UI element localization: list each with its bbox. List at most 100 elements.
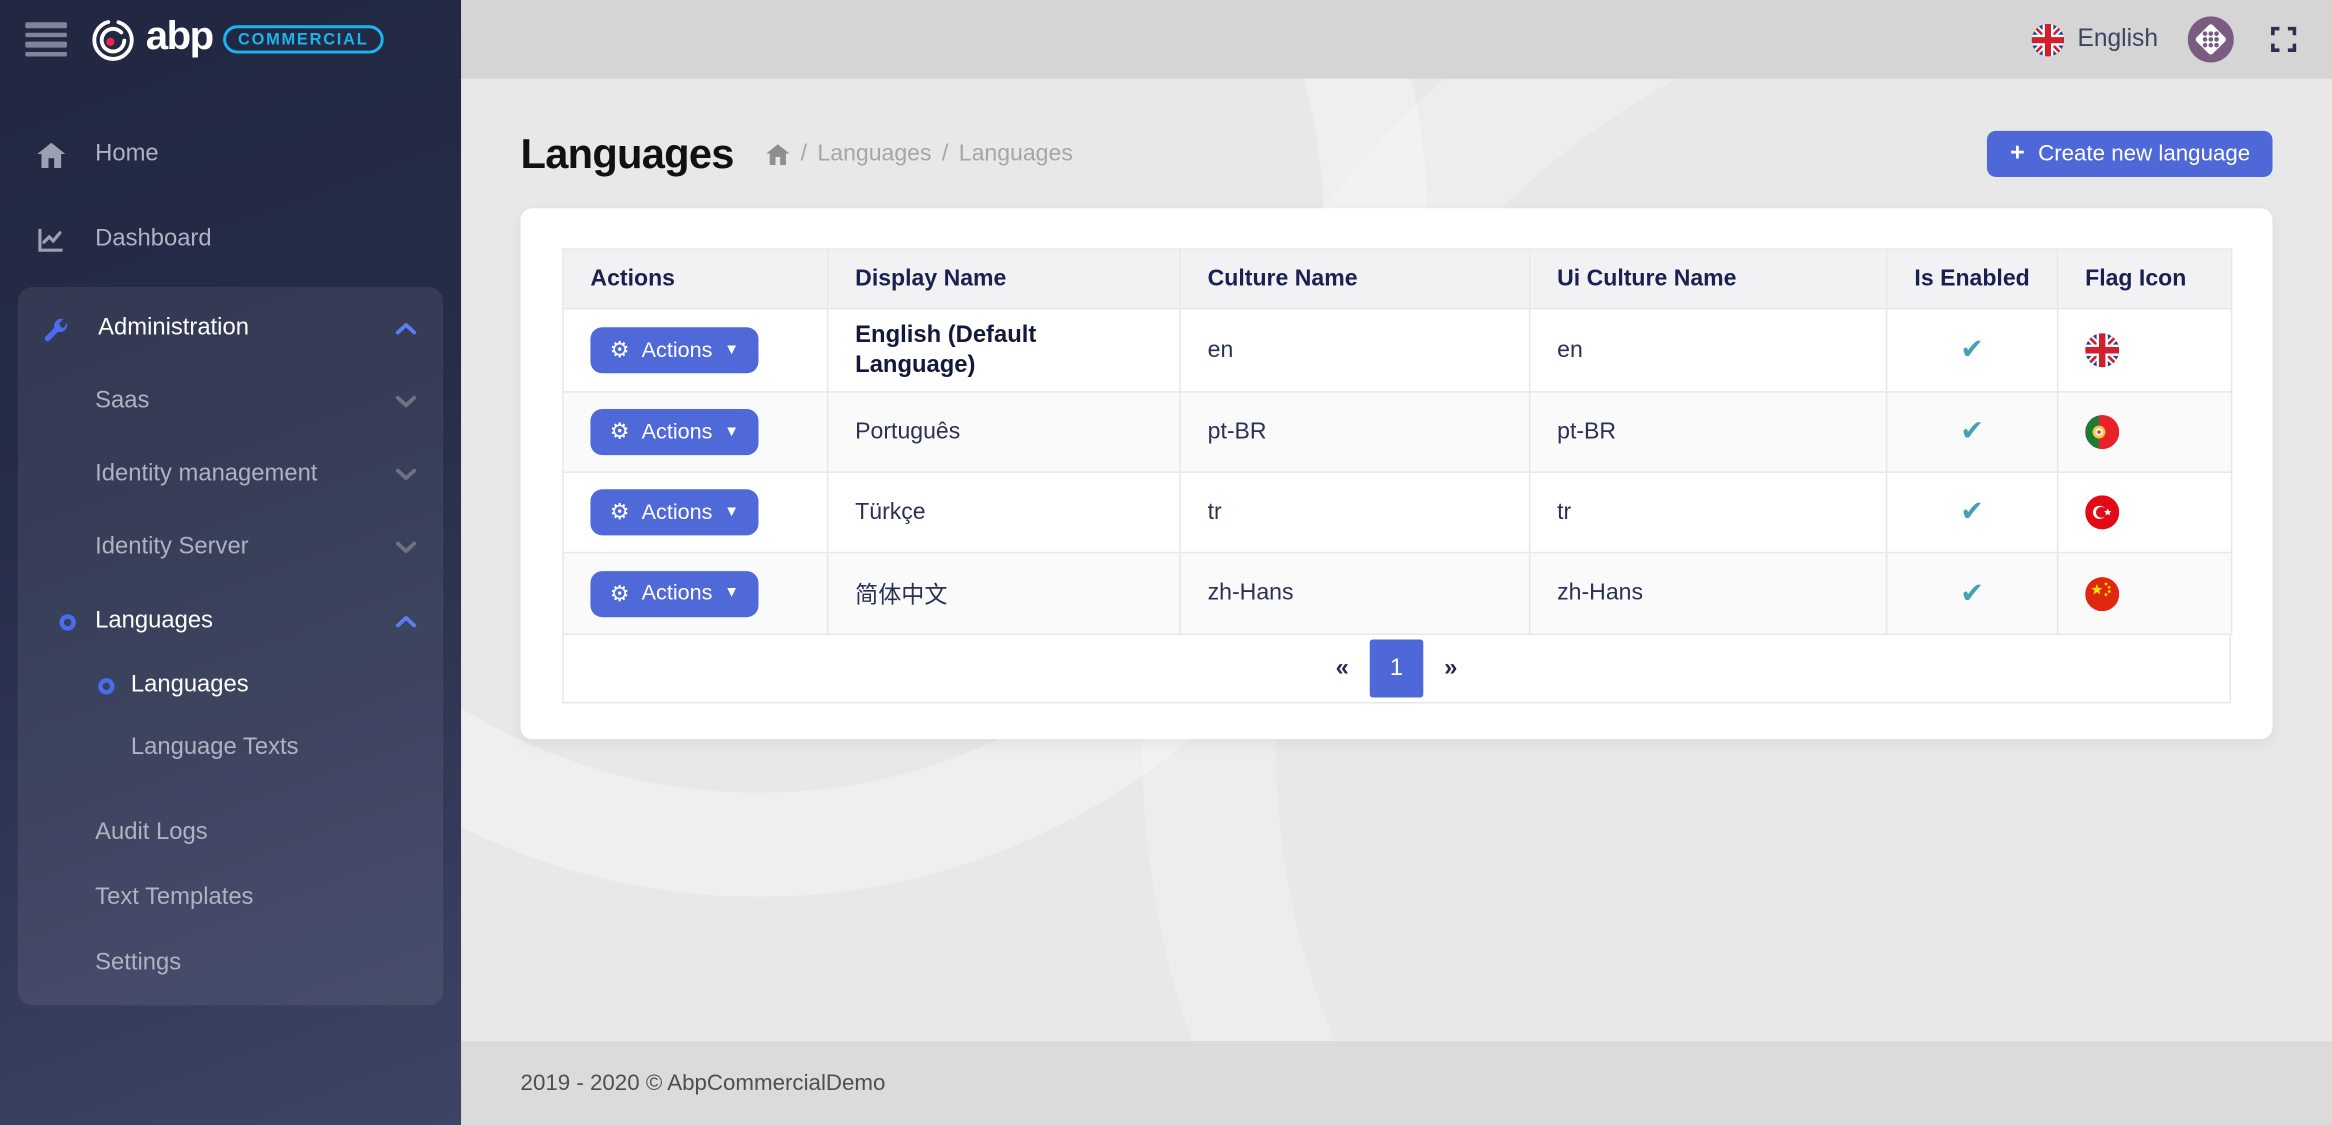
table-header-row: Actions Display Name Culture Name Ui Cul… — [563, 249, 2232, 308]
ui-culture-name-cell: zh-Hans — [1530, 553, 1887, 635]
culture-name-cell: en — [1180, 309, 1530, 392]
breadcrumb: / Languages / Languages — [766, 141, 1072, 168]
caret-down-icon: ▼ — [724, 586, 739, 601]
create-new-language-button[interactable]: + Create new language — [1988, 131, 2273, 177]
create-button-label: Create new language — [2038, 141, 2250, 166]
sidebar-item-identity-management[interactable]: Identity management — [18, 442, 443, 507]
breadcrumb-item[interactable]: Languages — [817, 141, 931, 168]
wrench-icon — [39, 315, 69, 343]
sidebar-admin-panel: Administration Saas Identity management — [18, 287, 443, 1005]
check-icon: ✔ — [1960, 335, 1984, 366]
sidebar-header: abp COMMERCIAL — [0, 0, 461, 79]
column-header-is-enabled: Is Enabled — [1887, 249, 2058, 308]
table-row: ⚙ Actions ▼ Português pt-BR pt-BR ✔ — [563, 392, 2232, 472]
fullscreen-icon[interactable] — [2271, 27, 2296, 52]
column-header-ui-culture-name: Ui Culture Name — [1530, 249, 1887, 308]
menu-toggle-icon[interactable] — [25, 22, 67, 56]
main-content: Languages / Languages / Languages + Crea… — [461, 79, 2332, 1125]
sidebar-item-languages-child[interactable]: Languages — [18, 654, 443, 716]
gear-icon: ⚙ — [610, 339, 630, 361]
sidebar: abp COMMERCIAL Home Dashboard — [0, 0, 461, 1125]
display-name-cell: Português — [828, 392, 1180, 472]
app-viewport: abp COMMERCIAL Home Dashboard — [0, 0, 2332, 1125]
brand-badge: COMMERCIAL — [223, 26, 383, 54]
flag-china-icon — [2085, 576, 2119, 610]
table-row: ⚙ Actions ▼ English (Default Language) e… — [563, 309, 2232, 392]
actions-cell: ⚙ Actions ▼ — [563, 309, 828, 392]
table-row: ⚙ Actions ▼ Türkçe tr tr ✔ — [563, 472, 2232, 552]
user-avatar[interactable] — [2188, 16, 2234, 62]
flag-cell — [2058, 392, 2232, 472]
row-actions-button[interactable]: ⚙ Actions ▼ — [590, 327, 758, 373]
sidebar-item-identity-server[interactable]: Identity Server — [18, 515, 443, 580]
sidebar-item-label: Languages — [131, 672, 249, 699]
language-label: English — [2077, 25, 2157, 53]
is-enabled-cell: ✔ — [1887, 309, 2058, 392]
pagination-prev-button[interactable]: « — [1315, 655, 1370, 682]
top-header-bar: English — [461, 0, 2332, 79]
pagination-next-button[interactable]: » — [1423, 655, 1478, 682]
breadcrumb-home-icon[interactable] — [766, 144, 790, 165]
column-header-display-name: Display Name — [828, 249, 1180, 308]
is-enabled-cell: ✔ — [1887, 472, 2058, 552]
sidebar-item-label: Audit Logs — [95, 819, 207, 846]
caret-down-icon: ▼ — [724, 505, 739, 520]
culture-name-cell: zh-Hans — [1180, 553, 1530, 635]
sidebar-item-label: Saas — [95, 388, 149, 415]
actions-button-label: Actions — [642, 420, 713, 444]
sidebar-item-label: Text Templates — [95, 885, 253, 912]
dashboard-icon — [36, 227, 66, 252]
abp-logo-icon — [91, 17, 136, 62]
actions-cell: ⚙ Actions ▼ — [563, 553, 828, 635]
uk-flag-icon — [2031, 23, 2064, 56]
culture-name-cell: tr — [1180, 472, 1530, 552]
flag-united-kingdom-icon — [2085, 333, 2119, 367]
ring-icon — [98, 677, 114, 693]
actions-cell: ⚙ Actions ▼ — [563, 392, 828, 472]
sidebar-item-administration[interactable]: Administration — [18, 296, 443, 361]
column-header-actions: Actions — [563, 249, 828, 308]
row-actions-button[interactable]: ⚙ Actions ▼ — [590, 489, 758, 535]
check-icon: ✔ — [1960, 416, 1984, 447]
check-icon: ✔ — [1960, 578, 1984, 609]
sidebar-item-languages[interactable]: Languages — [18, 589, 443, 654]
sidebar-item-text-templates[interactable]: Text Templates — [18, 866, 443, 931]
sidebar-item-label: Identity Server — [95, 534, 248, 561]
sidebar-item-dashboard[interactable]: Dashboard — [0, 207, 461, 272]
sidebar-item-audit-logs[interactable]: Audit Logs — [18, 800, 443, 865]
sidebar-item-label: Administration — [98, 315, 249, 342]
display-name-cell: Türkçe — [828, 472, 1180, 552]
pagination-page-1-button[interactable]: 1 — [1370, 640, 1424, 698]
plus-icon: + — [2010, 140, 2025, 168]
sidebar-item-language-texts[interactable]: Language Texts — [18, 717, 443, 779]
flag-portugal-icon — [2085, 415, 2119, 449]
brand-logo[interactable]: abp COMMERCIAL — [91, 16, 384, 62]
brand-name: abp — [146, 16, 213, 62]
footer: 2019 - 2020 © AbpCommercialDemo — [461, 1041, 2332, 1125]
sidebar-item-label: Settings — [95, 950, 181, 977]
table-row: ⚙ Actions ▼ 简体中文 zh-Hans zh-Hans ✔ — [563, 553, 2232, 635]
actions-button-label: Actions — [642, 338, 713, 362]
language-switcher[interactable]: English — [2031, 23, 2158, 56]
gear-icon: ⚙ — [610, 582, 630, 604]
copyright-text: 2019 - 2020 © AbpCommercialDemo — [521, 1071, 886, 1096]
row-actions-button[interactable]: ⚙ Actions ▼ — [590, 409, 758, 455]
gear-icon: ⚙ — [610, 421, 630, 443]
home-icon — [36, 142, 66, 167]
ui-culture-name-cell: tr — [1530, 472, 1887, 552]
breadcrumb-item[interactable]: Languages — [959, 141, 1073, 168]
caret-down-icon: ▼ — [724, 343, 739, 358]
gear-icon: ⚙ — [610, 501, 630, 523]
sidebar-item-label: Languages — [95, 608, 213, 635]
is-enabled-cell: ✔ — [1887, 392, 2058, 472]
page-title: Languages — [521, 131, 734, 179]
sidebar-item-saas[interactable]: Saas — [18, 369, 443, 434]
actions-button-label: Actions — [642, 582, 713, 606]
sidebar-item-home[interactable]: Home — [0, 122, 461, 187]
sidebar-item-settings[interactable]: Settings — [18, 931, 443, 996]
actions-cell: ⚙ Actions ▼ — [563, 472, 828, 552]
breadcrumb-separator: / — [801, 141, 807, 168]
row-actions-button[interactable]: ⚙ Actions ▼ — [590, 570, 758, 616]
ui-culture-name-cell: en — [1530, 309, 1887, 392]
breadcrumb-separator: / — [942, 141, 948, 168]
